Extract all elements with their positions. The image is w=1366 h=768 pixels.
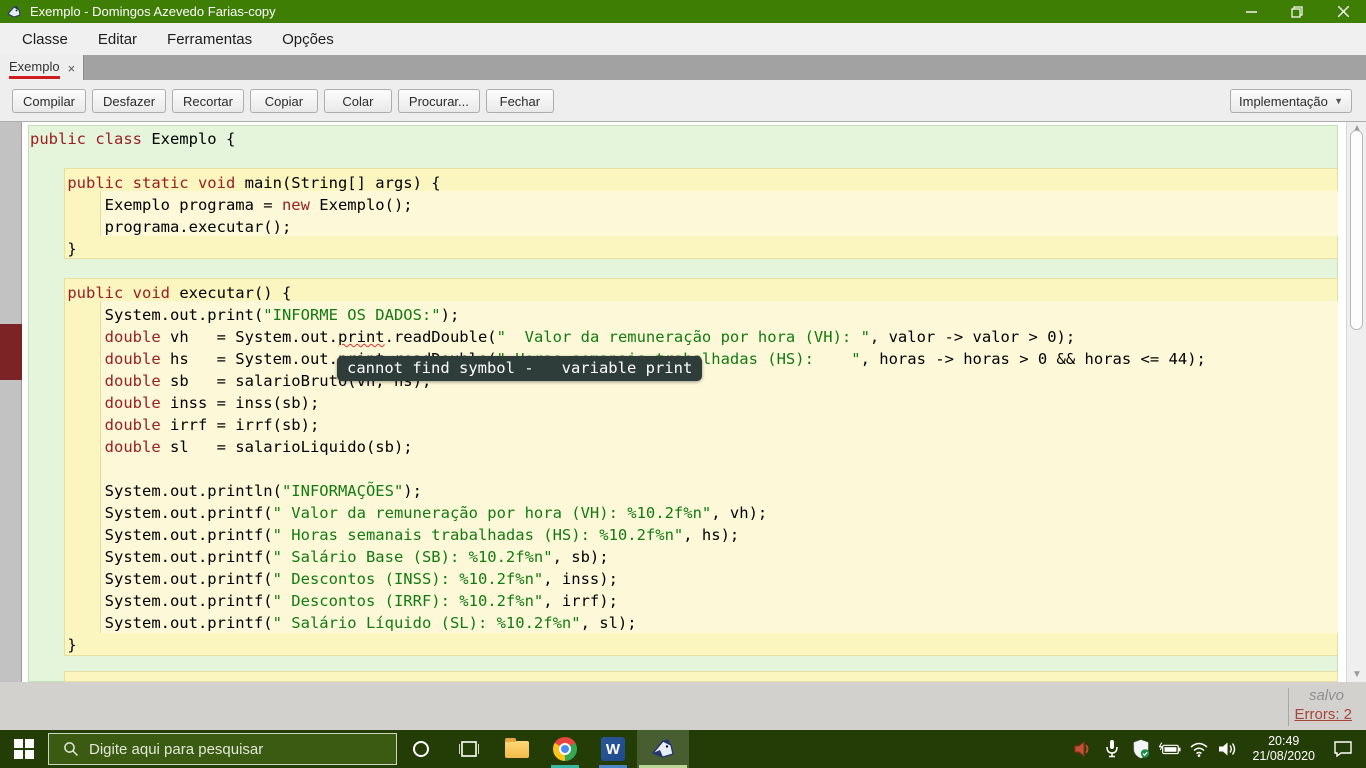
code-line: } — [30, 238, 1340, 260]
action-center-button[interactable] — [1328, 735, 1358, 763]
window-title: Exemplo - Domingos Azevedo Farias-copy — [30, 4, 276, 19]
taskbar-clock[interactable]: 20:49 21/08/2020 — [1246, 734, 1321, 764]
cortana-button[interactable] — [397, 730, 445, 768]
error-tooltip: cannot find symbol - variable print — [337, 356, 702, 381]
code-editor[interactable]: public class Exemplo { public static voi… — [0, 122, 1366, 682]
battery-icon[interactable] — [1159, 735, 1181, 763]
scroll-down-icon[interactable]: ▼ — [1347, 668, 1366, 682]
defender-shield-icon[interactable] — [1130, 735, 1152, 763]
code-line: System.out.printf(" Descontos (IRRF): %1… — [30, 590, 1340, 612]
menu-item-editar[interactable]: Editar — [96, 27, 139, 52]
chrome-icon — [553, 737, 577, 761]
code-line: Exemplo programa = new Exemplo(); — [30, 194, 1340, 216]
bluej-editor-window: Exemplo - Domingos Azevedo Farias-copy C… — [0, 0, 1366, 768]
window-titlebar: Exemplo - Domingos Azevedo Farias-copy — [0, 0, 1366, 23]
scrollbar-thumb[interactable] — [1350, 130, 1363, 330]
status-divider — [1288, 688, 1289, 726]
code-line: public class Exemplo { — [30, 128, 1340, 150]
tab-exemplo[interactable]: Exemplo × — [0, 55, 84, 80]
fechar-button[interactable]: Fechar — [486, 89, 554, 113]
menu-item-classe[interactable]: Classe — [20, 27, 70, 52]
code-line: System.out.printf(" Salário Base (SB): %… — [30, 546, 1340, 568]
system-tray: 20:49 21/08/2020 — [1072, 730, 1366, 768]
wifi-icon[interactable] — [1188, 735, 1210, 763]
tab-label: Exemplo — [9, 59, 60, 79]
restore-icon — [1291, 6, 1303, 18]
minimize-button[interactable] — [1228, 0, 1274, 23]
procurar-button[interactable]: Procurar... — [398, 89, 480, 113]
restore-button[interactable] — [1274, 0, 1320, 23]
editor-toolbar: CompilarDesfazerRecortarCopiarColarProcu… — [0, 80, 1366, 122]
menu-bar: Classe Editar Ferramentas Opções — [0, 23, 1366, 55]
code-surface: public class Exemplo { public static voi… — [23, 122, 1345, 682]
status-strip: salvo Errors: 2 — [0, 682, 1366, 730]
clock-date: 21/08/2020 — [1252, 749, 1315, 764]
task-view-icon — [459, 740, 479, 758]
cortana-icon — [412, 740, 430, 758]
view-selector-dropdown[interactable]: Implementação ▼ — [1230, 89, 1352, 113]
code-line: double irrf = irrf(sb); — [30, 414, 1340, 436]
search-icon — [63, 741, 79, 757]
code-line: double inss = inss(sb); — [30, 392, 1340, 414]
code-line: double vh = System.out.print.readDouble(… — [30, 326, 1340, 348]
code-line: System.out.printf(" Salário Líquido (SL)… — [30, 612, 1340, 634]
error-range-marker — [0, 324, 22, 380]
search-placeholder: Digite aqui para pesquisar — [89, 741, 263, 758]
red-speaker-icon[interactable] — [1072, 735, 1094, 763]
word-button[interactable]: W — [589, 730, 637, 768]
taskbar-search-input[interactable]: Digite aqui para pesquisar — [48, 733, 397, 765]
code-line: } — [30, 634, 1340, 656]
code-line — [30, 260, 1340, 282]
tab-close-icon[interactable]: × — [68, 61, 76, 76]
start-icon — [14, 739, 34, 759]
windows-taskbar: Digite aqui para pesquisar W — [0, 730, 1366, 768]
task-view-button[interactable] — [445, 730, 493, 768]
saved-status: salvo — [1309, 687, 1344, 704]
microphone-icon[interactable] — [1101, 735, 1123, 763]
action-center-icon — [1333, 740, 1353, 758]
code-text: public class Exemplo { public static voi… — [30, 128, 1340, 682]
start-button[interactable] — [0, 730, 48, 768]
volume-icon[interactable] — [1217, 735, 1239, 763]
clock-time: 20:49 — [1252, 734, 1315, 749]
code-line: System.out.println("INFORMAÇÕES"); — [30, 480, 1340, 502]
desfazer-button[interactable]: Desfazer — [92, 89, 166, 113]
copiar-button[interactable]: Copiar — [250, 89, 318, 113]
code-line: public static void main(String[] args) { — [30, 172, 1340, 194]
recortar-button[interactable]: Recortar — [172, 89, 244, 113]
code-line: public void executar() { — [30, 282, 1340, 304]
chevron-down-icon: ▼ — [1334, 96, 1343, 106]
bluej-button[interactable] — [637, 730, 689, 768]
bluej-app-icon — [6, 4, 22, 20]
word-icon: W — [601, 737, 625, 761]
chrome-button[interactable] — [541, 730, 589, 768]
code-line: System.out.printf(" Valor da remuneração… — [30, 502, 1340, 524]
vertical-scrollbar[interactable]: ▲ ▼ — [1346, 122, 1366, 682]
file-explorer-icon — [505, 741, 529, 758]
code-line — [30, 656, 1340, 678]
tab-strip: Exemplo × — [0, 55, 1366, 80]
bluej-icon — [650, 736, 676, 762]
code-line: System.out.printf(" Descontos (INSS): %1… — [30, 568, 1340, 590]
minimize-icon — [1246, 6, 1257, 17]
code-line: System.out.print("INFORME OS DADOS:"); — [30, 304, 1340, 326]
close-icon — [1338, 6, 1349, 17]
editor-gutter — [0, 122, 22, 682]
errors-link[interactable]: Errors: 2 — [1294, 706, 1352, 723]
code-line: System.out.printf(" Horas semanais traba… — [30, 524, 1340, 546]
colar-button[interactable]: Colar — [324, 89, 392, 113]
menu-item-ferramentas[interactable]: Ferramentas — [165, 27, 254, 52]
code-line: programa.executar(); — [30, 216, 1340, 238]
code-line — [30, 458, 1340, 480]
file-explorer-button[interactable] — [493, 730, 541, 768]
code-line — [30, 150, 1340, 172]
view-selector-value: Implementação — [1239, 94, 1328, 109]
compilar-button[interactable]: Compilar — [12, 89, 86, 113]
code-line: double sl = salarioLiquido(sb); — [30, 436, 1340, 458]
close-button[interactable] — [1320, 0, 1366, 23]
menu-item-opes[interactable]: Opções — [280, 27, 336, 52]
